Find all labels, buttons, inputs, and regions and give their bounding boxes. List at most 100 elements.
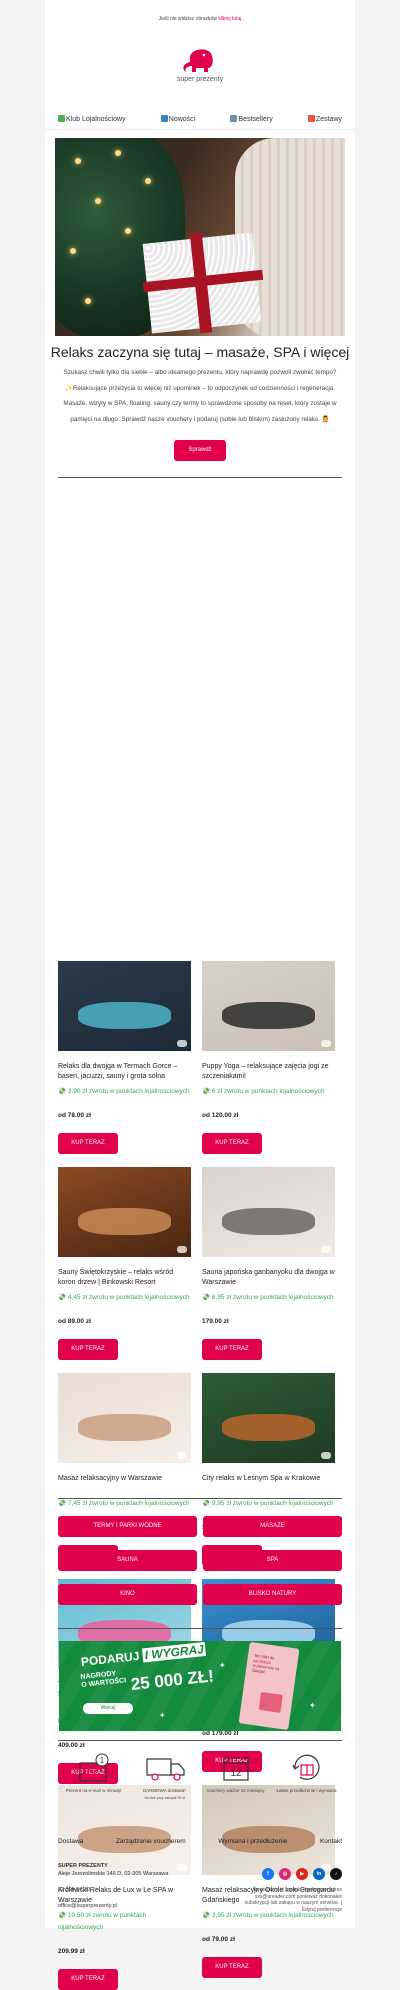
category-button[interactable]: BLISKO NATURY xyxy=(203,1584,342,1605)
category-button[interactable]: KINO xyxy=(58,1584,197,1605)
nav-label: Nowości xyxy=(168,115,196,123)
category-button[interactable]: MASAŻE xyxy=(203,1516,342,1537)
product-card[interactable]: Sauny Świętokrzyskie – relaks wśród koro… xyxy=(58,1167,191,1360)
feature-caption: Vouchery ważne 12 miesięcy xyxy=(206,1788,265,1793)
product-card[interactable]: City relaks w Leśnym Spa w Krakowie 💸 9,9… xyxy=(202,1373,335,1566)
watermark-icon xyxy=(177,1246,187,1253)
product-price: od 79.00 zł xyxy=(202,1936,235,1943)
preheader-text: Jeśli nie widzisz obrazków xyxy=(158,16,217,22)
hero-image[interactable] xyxy=(55,138,345,336)
nav-label: Bestsellery xyxy=(238,115,273,123)
loyalty-points: 💸 10,50 zł zwrotu w punktach lojalnościo… xyxy=(58,1912,147,1931)
feature-delivery: DARMOWA dostawa* *on-line przy zakupie 9… xyxy=(130,1753,200,1801)
calendar-icon: 12 xyxy=(222,1755,249,1781)
loyalty-points: 💸 7,45 zł zwrotu w punktach lojalnościow… xyxy=(58,1500,190,1507)
sparkle-icon: ✦ xyxy=(309,1701,316,1710)
loyalty-points: 💸 4,45 zł zwrotu w punktach lojalnościow… xyxy=(58,1294,190,1301)
banner-more-button[interactable]: Więcej xyxy=(83,1703,133,1714)
buy-now-button[interactable]: KUP TERAZ xyxy=(58,1133,118,1154)
promo-banner[interactable]: PODARUJ I WYGRAJ NAGRODY O WARTOŚCI 25 00… xyxy=(59,1641,341,1731)
product-price: od 78.00 zł xyxy=(58,1112,91,1119)
social-links: f ◎ ▶ in ♪ xyxy=(262,1868,342,1880)
feature-caption: Łatwe przedłużenie i wymiana xyxy=(276,1788,337,1793)
hero-title: Relaks zaczyna się tutaj – masaże, SPA i… xyxy=(50,344,350,360)
product-name[interactable]: Puppy Yoga – relaksujące zajęcia jogi ze… xyxy=(202,1062,335,1082)
footer-link-delivery[interactable]: Dostawa xyxy=(58,1838,83,1845)
sparkle-icon: ✦ xyxy=(219,1661,226,1670)
divider xyxy=(58,1740,342,1741)
loyalty-points: 💸 6 zł zwrotu w punktach lojalnościowych xyxy=(202,1088,325,1095)
product-card[interactable]: Relaks dla dwojga w Termach Gorce – base… xyxy=(58,961,191,1154)
preheader: Jeśli nie widzisz obrazków kliknij tutaj xyxy=(45,0,355,44)
gift-icon xyxy=(307,114,315,122)
product-price: od 89.00 zł xyxy=(58,1318,91,1325)
youtube-icon[interactable]: ▶ xyxy=(296,1868,308,1880)
gift-return-icon xyxy=(291,1754,320,1780)
product-image[interactable] xyxy=(202,961,335,1051)
hero-description: Szukasz chwili tylko dla siebie – albo i… xyxy=(63,369,337,423)
buy-now-button[interactable]: KUP TERAZ xyxy=(202,1339,262,1360)
footer-link-exchange[interactable]: Wymiana i przedłużenie xyxy=(218,1838,287,1845)
truck-icon xyxy=(145,1758,185,1781)
nav-item-bestsellers[interactable]: Bestsellery xyxy=(230,114,273,123)
category-button[interactable]: SPA xyxy=(203,1550,342,1571)
product-price: od 120.00 zł xyxy=(202,1112,239,1119)
brand-name: super prezenty xyxy=(176,76,224,83)
divider xyxy=(58,1628,342,1629)
product-name[interactable]: Sauna japońska ganbanyoku dla dwojga w W… xyxy=(202,1268,335,1288)
product-name[interactable]: Relaks dla dwojga w Termach Gorce – base… xyxy=(58,1062,191,1082)
chart-icon xyxy=(230,114,238,122)
product-image[interactable] xyxy=(58,961,191,1051)
nav-item-sets[interactable]: Zestawy xyxy=(307,114,342,123)
buy-now-button[interactable]: KUP TERAZ xyxy=(58,1339,118,1360)
product-image[interactable] xyxy=(202,1167,335,1257)
nav-item-new[interactable]: Nowości xyxy=(160,114,196,123)
nav-item-loyalty[interactable]: Klub Lojalnościowy xyxy=(58,114,126,123)
product-name[interactable]: Sauny Świętokrzyskie – relaks wśród koro… xyxy=(58,1268,191,1288)
buy-now-button[interactable]: KUP TERAZ xyxy=(202,1133,262,1154)
footer-nav: Dostawa Zarządzanie voucherem Wymiana i … xyxy=(58,1838,342,1845)
buy-now-button[interactable]: KUP TERAZ xyxy=(202,1957,262,1978)
product-price: od 179.00 zł xyxy=(202,1730,239,1737)
nav-label: Zestawy xyxy=(315,115,342,123)
watermark-icon xyxy=(321,1246,331,1253)
category-button[interactable]: TERMY I PARKI WODNE xyxy=(58,1516,197,1537)
instagram-icon[interactable]: ◎ xyxy=(279,1868,291,1880)
svg-text:12: 12 xyxy=(230,1768,242,1779)
feature-caption: DARMOWA dostawa* xyxy=(142,1788,187,1793)
product-name[interactable]: City relaks w Leśnym Spa w Krakowie xyxy=(202,1474,335,1494)
loyalty-points: 💸 8,95 zł zwrotu w punktach lojalnościow… xyxy=(202,1294,334,1301)
product-image[interactable] xyxy=(202,1373,335,1463)
tiktok-icon[interactable]: ♪ xyxy=(330,1868,342,1880)
product-card[interactable]: Puppy Yoga – relaksujące zajęcia jogi ze… xyxy=(202,961,335,1154)
facebook-icon[interactable]: f xyxy=(262,1868,274,1880)
product-price: 209.99 zł xyxy=(58,1948,85,1955)
product-name[interactable]: Masaż relaksacyjny w Warszawie xyxy=(58,1474,191,1494)
view-online-link[interactable]: kliknij tutaj xyxy=(218,16,241,22)
product-image[interactable] xyxy=(58,1167,191,1257)
svg-text:1: 1 xyxy=(99,1756,104,1765)
product-card[interactable]: Masaż relaksacyjny w Warszawie 💸 7,45 zł … xyxy=(58,1373,191,1566)
elephant-logo-icon xyxy=(183,49,213,72)
check-button[interactable]: Sprawdź xyxy=(174,440,226,461)
feature-subcaption: *on-line przy zakupie 99 zł xyxy=(144,1796,185,1800)
feature-caption: Prezent na e-mail w minutę! xyxy=(65,1788,122,1793)
buy-now-button[interactable]: KUP TERAZ xyxy=(58,1969,118,1990)
footer-link-contact[interactable]: Kontakt xyxy=(320,1838,342,1845)
linkedin-icon[interactable]: in xyxy=(313,1868,325,1880)
divider xyxy=(58,1498,342,1499)
feature-validity: 12 Vouchery ważne 12 miesięcy xyxy=(201,1753,271,1801)
email-container: Jeśli nie widzisz obrazków kliknij tutaj… xyxy=(45,0,355,1990)
top-nav: Klub Lojalnościowy Nowości Bestsellery Z… xyxy=(45,108,355,130)
product-image[interactable] xyxy=(58,1373,191,1463)
product-price: 179.00 zł xyxy=(202,1318,229,1325)
divider xyxy=(58,477,342,478)
brand-logo[interactable]: super prezenty xyxy=(45,44,355,100)
loyalty-points: 💸 3,90 zł zwrotu w punktach lojalnościow… xyxy=(58,1088,190,1095)
money-icon xyxy=(58,114,65,122)
product-card[interactable]: Sauna japońska ganbanyoku dla dwojga w W… xyxy=(202,1167,335,1360)
category-button[interactable]: SAUNA xyxy=(58,1550,197,1571)
footer-link-voucher[interactable]: Zarządzanie voucherem xyxy=(116,1838,186,1845)
new-icon xyxy=(160,114,168,122)
envelope-icon: 1 xyxy=(78,1753,108,1782)
